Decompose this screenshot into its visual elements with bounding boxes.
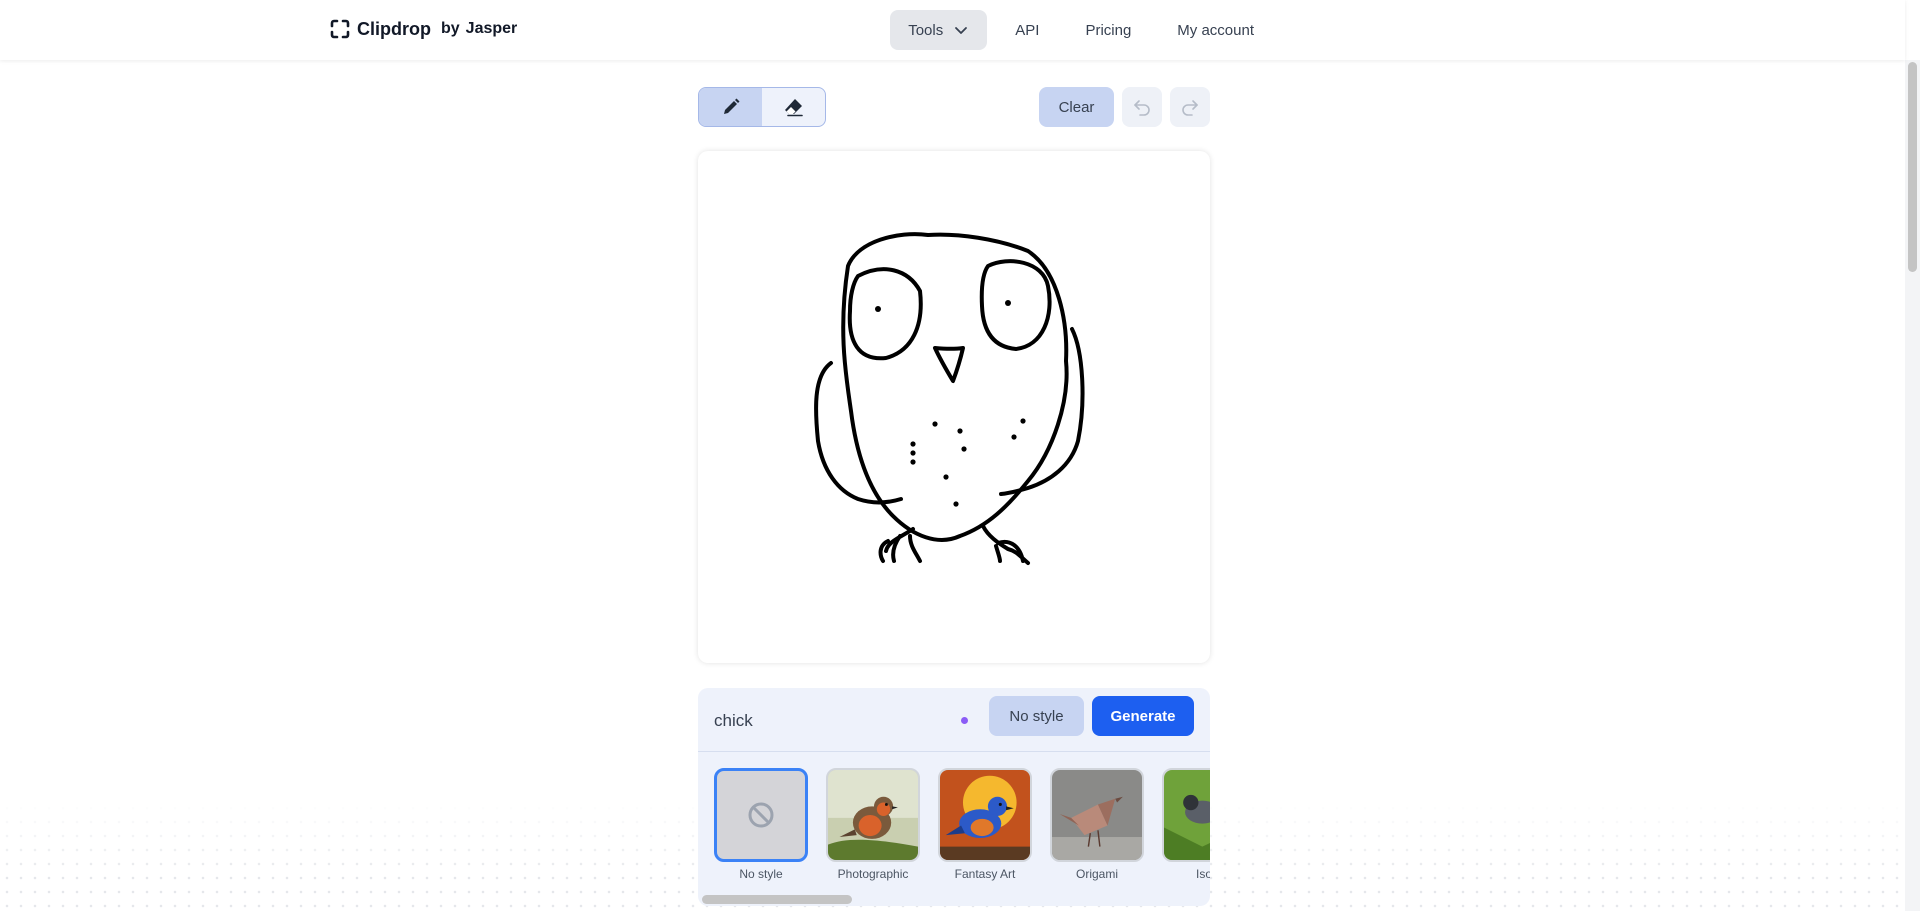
style-carousel: No style Photographic Fantasy Art Origam…: [714, 768, 1210, 881]
style-thumb-isometric: [1162, 768, 1210, 862]
generate-button[interactable]: Generate: [1092, 696, 1194, 736]
undo-button[interactable]: [1122, 87, 1162, 127]
robin-photo-image: [828, 770, 918, 860]
logo-by: by: [441, 20, 460, 37]
undo-icon: [1134, 100, 1150, 116]
header: Clipdrop by Jasper Tools API Pricing My …: [0, 0, 1905, 60]
nav-tools[interactable]: Tools: [890, 10, 988, 50]
logo-text: Clipdrop: [357, 18, 431, 39]
draw-tool-group: [698, 87, 826, 127]
fantasy-bird-image: [940, 770, 1030, 860]
top-nav: Tools API Pricing My account: [890, 10, 1272, 50]
style-thumb-no-style: [714, 768, 808, 862]
style-option-photographic[interactable]: Photographic: [826, 768, 920, 881]
prompt-row: No style Generate: [698, 688, 1210, 752]
style-option-fantasy-art[interactable]: Fantasy Art: [938, 768, 1032, 881]
logo-brand: Jasper: [465, 20, 518, 37]
style-thumb-photographic: [826, 768, 920, 862]
nav-my-account[interactable]: My account: [1159, 10, 1272, 50]
style-carousel-scrollbar[interactable]: [702, 895, 852, 904]
style-label: Origami: [1075, 867, 1118, 881]
chevron-down-icon: [955, 27, 968, 34]
origami-bird-image: [1052, 770, 1142, 860]
nav-tools-label: Tools: [908, 21, 944, 39]
style-thumb-origami: [1050, 768, 1144, 862]
pencil-icon: [723, 98, 739, 114]
style-label: Photographic: [837, 867, 909, 881]
nav-pricing[interactable]: Pricing: [1067, 10, 1149, 50]
clear-button[interactable]: Clear: [1039, 87, 1114, 127]
nav-api[interactable]: API: [997, 10, 1057, 50]
pencil-button[interactable]: [699, 88, 762, 126]
prompt-input[interactable]: [714, 708, 944, 734]
style-label: No style: [739, 867, 783, 881]
logo[interactable]: Clipdrop by Jasper: [329, 18, 517, 40]
style-option-isometric[interactable]: Isom: [1162, 768, 1210, 881]
style-option-no-style[interactable]: No style: [714, 768, 808, 881]
style-select-button[interactable]: No style: [989, 696, 1084, 736]
drawing-canvas[interactable]: [698, 151, 1210, 663]
style-label: Fantasy Art: [954, 867, 1016, 881]
clipdrop-logo-icon: [330, 19, 350, 39]
eraser-icon: [784, 99, 803, 117]
redo-icon: [1182, 100, 1198, 116]
status-dot: [961, 717, 968, 724]
page-scrollbar-thumb[interactable]: [1908, 62, 1917, 272]
owl-sketch: [814, 232, 1085, 565]
eraser-button[interactable]: [762, 88, 825, 126]
no-symbol-icon: [748, 802, 774, 828]
style-thumb-fantasy-art: [938, 768, 1032, 862]
prompt-panel: No style Generate No style: [698, 688, 1210, 906]
redo-button[interactable]: [1170, 87, 1210, 127]
style-option-origami[interactable]: Origami: [1050, 768, 1144, 881]
style-label: Isom: [1195, 867, 1210, 881]
isometric-bird-image: [1164, 770, 1210, 860]
